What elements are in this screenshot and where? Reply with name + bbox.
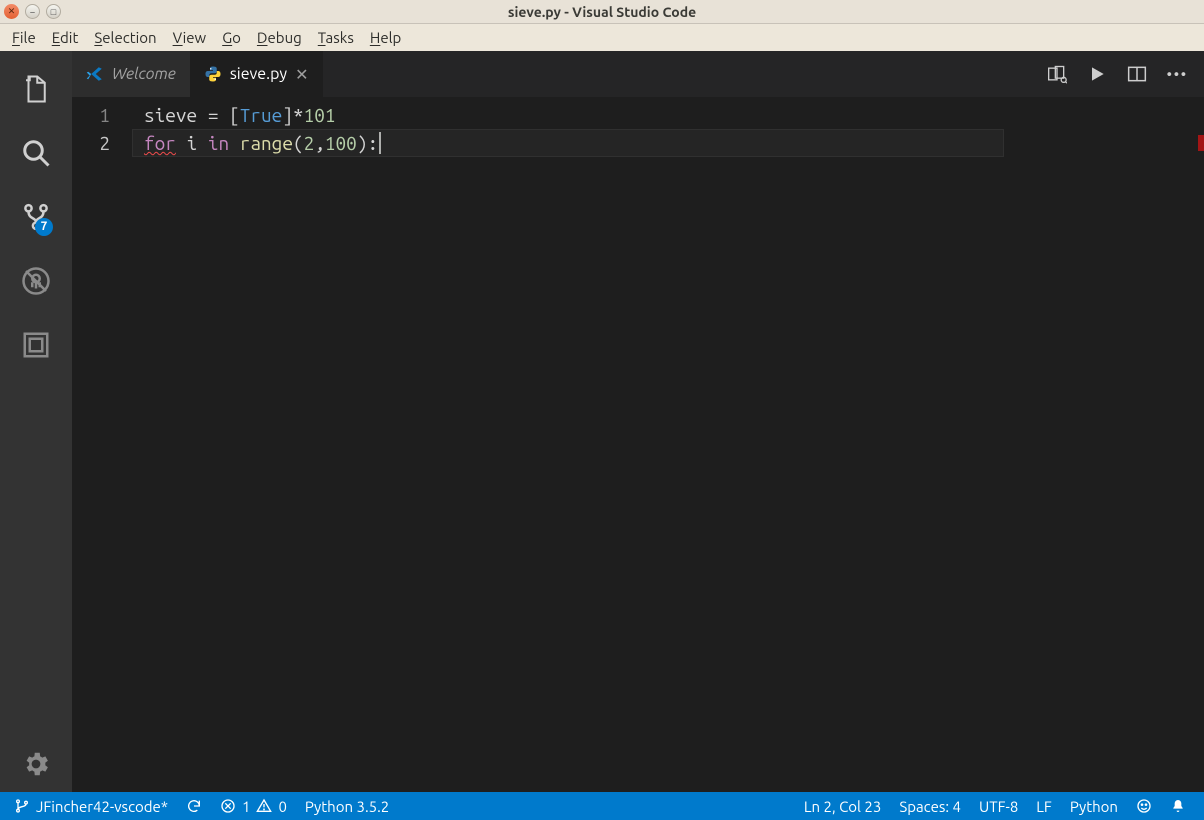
warning-icon <box>256 798 272 814</box>
code-line-2[interactable]: for i in range(2,100): <box>132 129 1004 157</box>
extensions-icon[interactable] <box>12 317 60 373</box>
code-editor[interactable]: 1 2 sieve = [True]*101 for i in range(2,… <box>72 97 1204 792</box>
scm-badge: 7 <box>35 218 53 236</box>
menu-view[interactable]: View <box>165 27 215 48</box>
status-bar: JFincher42-vscode* 1 0 Python 3.5.2 Ln 2… <box>0 792 1204 820</box>
window-title: sieve.py - Visual Studio Code <box>508 4 696 20</box>
tab-label: Welcome <box>112 65 176 83</box>
git-branch-icon <box>14 798 30 814</box>
debug-icon[interactable] <box>12 253 60 309</box>
search-icon[interactable] <box>12 125 60 181</box>
text-cursor <box>379 132 381 154</box>
minimap-error-marker <box>1198 135 1204 151</box>
menu-file[interactable]: File <box>4 27 44 48</box>
code-line-1[interactable]: sieve = [True]*101 <box>132 101 1104 129</box>
menu-help[interactable]: Help <box>362 27 409 48</box>
window-titlebar: ✕ – □ sieve.py - Visual Studio Code <box>0 0 1204 24</box>
code-content[interactable]: sieve = [True]*101 for i in range(2,100)… <box>132 97 1104 792</box>
status-eol[interactable]: LF <box>1036 798 1052 815</box>
status-cursor-position[interactable]: Ln 2, Col 23 <box>804 798 881 815</box>
menu-go[interactable]: Go <box>214 27 249 48</box>
split-editor-icon[interactable] <box>1127 64 1147 84</box>
status-feedback-icon[interactable] <box>1136 798 1152 814</box>
status-python-version[interactable]: Python 3.5.2 <box>305 798 389 815</box>
editor-area: Welcome sieve.py ✕ ••• <box>72 51 1204 792</box>
vscode-icon <box>86 65 104 83</box>
tab-actions: ••• <box>1047 64 1204 84</box>
error-icon <box>220 798 236 814</box>
sync-icon <box>186 798 202 814</box>
menu-selection[interactable]: Selection <box>86 27 164 48</box>
window-close-button[interactable]: ✕ <box>4 4 19 19</box>
editor-tabs: Welcome sieve.py ✕ ••• <box>72 51 1204 97</box>
status-problems[interactable]: 1 0 <box>220 798 287 815</box>
menubar: File Edit Selection View Go Debug Tasks … <box>0 24 1204 51</box>
python-icon <box>204 65 222 83</box>
more-actions-icon[interactable]: ••• <box>1167 66 1188 82</box>
activity-bar: 7 <box>0 51 72 792</box>
window-controls: ✕ – □ <box>4 4 61 19</box>
minimap[interactable] <box>1104 97 1204 792</box>
status-git-branch[interactable]: JFincher42-vscode* <box>14 798 168 815</box>
line-number: 2 <box>72 129 110 157</box>
status-notifications-icon[interactable] <box>1170 798 1186 814</box>
status-language[interactable]: Python <box>1070 798 1118 815</box>
settings-gear-icon[interactable] <box>12 736 60 792</box>
menu-edit[interactable]: Edit <box>44 27 87 48</box>
tab-label: sieve.py <box>230 65 287 83</box>
bell-icon <box>1170 798 1186 814</box>
menu-debug[interactable]: Debug <box>249 27 310 48</box>
status-indentation[interactable]: Spaces: 4 <box>899 798 961 815</box>
explorer-icon[interactable] <box>12 61 60 117</box>
window-minimize-button[interactable]: – <box>25 4 40 19</box>
tab-close-icon[interactable]: ✕ <box>295 65 308 84</box>
line-gutter: 1 2 <box>72 97 132 792</box>
window-maximize-button[interactable]: □ <box>46 4 61 19</box>
tab-sieve[interactable]: sieve.py ✕ <box>190 51 323 97</box>
status-sync[interactable] <box>186 798 202 814</box>
diff-icon[interactable] <box>1047 64 1067 84</box>
smiley-icon <box>1136 798 1152 814</box>
source-control-icon[interactable]: 7 <box>12 189 60 245</box>
menu-tasks[interactable]: Tasks <box>310 27 362 48</box>
line-number: 1 <box>72 101 110 129</box>
status-encoding[interactable]: UTF-8 <box>979 798 1018 815</box>
tab-welcome[interactable]: Welcome <box>72 51 190 97</box>
run-icon[interactable] <box>1087 64 1107 84</box>
